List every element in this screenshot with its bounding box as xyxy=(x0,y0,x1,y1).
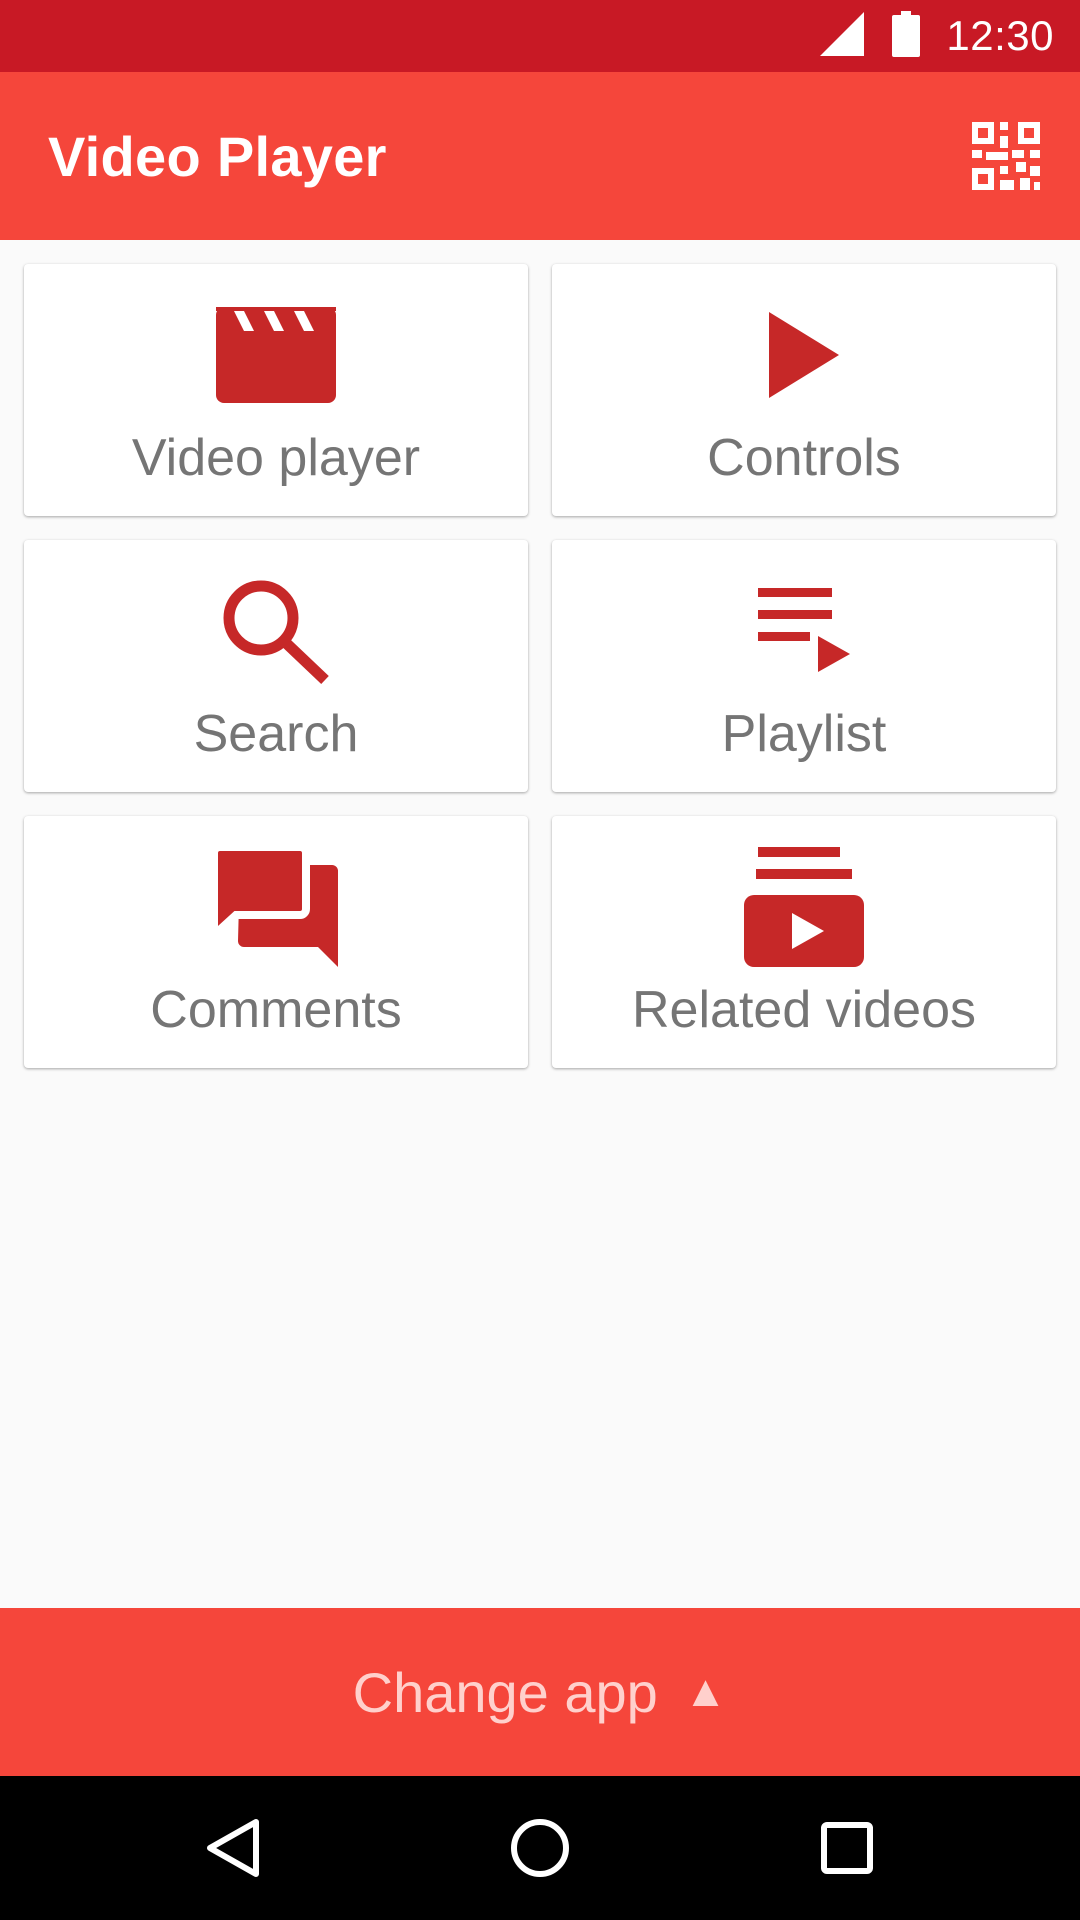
card-video-player[interactable]: Video player xyxy=(24,264,528,516)
card-label: Controls xyxy=(707,429,901,487)
card-playlist[interactable]: Playlist xyxy=(552,540,1056,792)
card-comments[interactable]: Comments xyxy=(24,816,528,1068)
page-title: Video Player xyxy=(48,124,387,188)
change-app-button[interactable]: Change app ▲ xyxy=(0,1608,1080,1776)
navigation-bar xyxy=(0,1776,1080,1920)
card-label: Video player xyxy=(131,429,421,487)
change-app-label: Change app xyxy=(352,1660,658,1724)
signal-icon xyxy=(820,11,865,61)
play-icon xyxy=(739,300,869,410)
arrow-up-icon: ▲ xyxy=(683,1667,728,1716)
battery-icon xyxy=(892,10,921,62)
qr-code-icon xyxy=(972,122,1040,190)
status-bar: 12:30 xyxy=(0,0,1080,72)
card-related-videos[interactable]: Related videos xyxy=(552,816,1056,1068)
card-controls[interactable]: Controls xyxy=(552,264,1056,516)
clapperboard-icon xyxy=(211,300,341,410)
feature-grid: Video player Controls Search Playlist Co… xyxy=(24,264,1056,1068)
search-icon xyxy=(211,576,341,686)
card-label: Search xyxy=(193,705,359,763)
playlist-play-icon xyxy=(739,576,869,686)
card-label: Comments xyxy=(150,981,402,1039)
qr-code-button[interactable] xyxy=(970,120,1042,192)
video-library-icon xyxy=(739,847,869,967)
card-label: Playlist xyxy=(721,705,887,763)
card-search[interactable]: Search xyxy=(24,540,528,792)
home-icon[interactable] xyxy=(490,1798,590,1898)
chat-bubbles-icon xyxy=(211,847,341,967)
card-label: Related videos xyxy=(632,981,976,1039)
clock: 12:30 xyxy=(946,12,1054,59)
app-bar: Video Player xyxy=(0,72,1080,240)
back-icon[interactable] xyxy=(183,1798,283,1898)
recents-icon[interactable] xyxy=(797,1798,897,1898)
